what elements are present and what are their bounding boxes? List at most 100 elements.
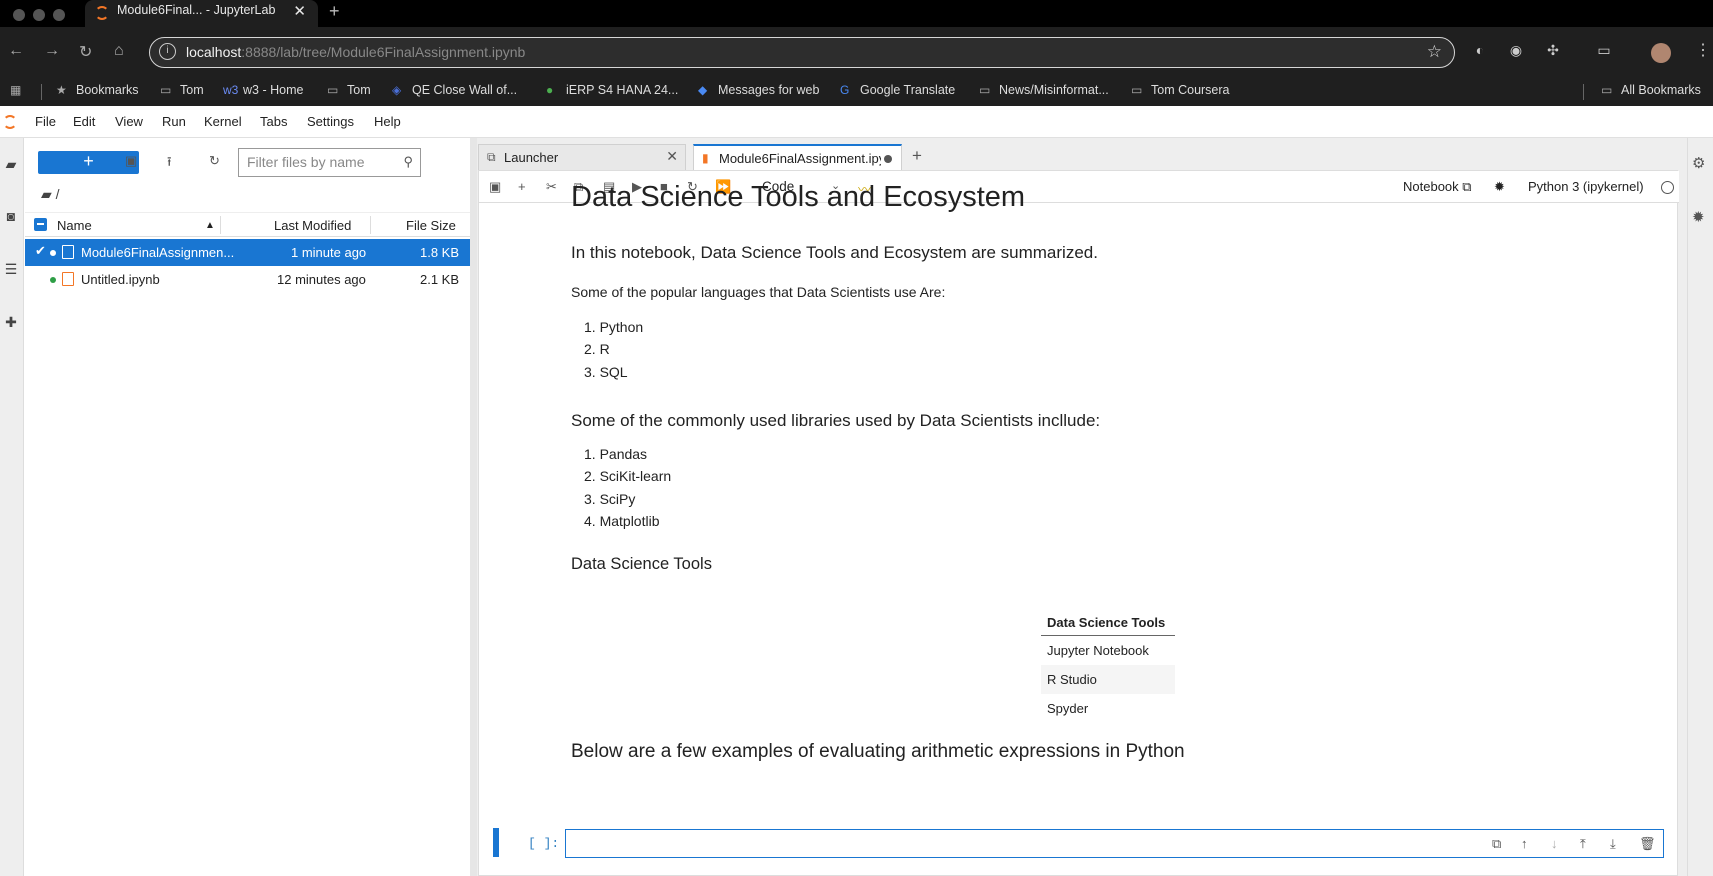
back-icon[interactable]: ←	[8, 42, 24, 60]
checkmark-icon: ✔	[35, 243, 46, 258]
file-name: Module6FinalAssignmen...	[81, 245, 235, 260]
launcher-icon: ⧉	[487, 150, 496, 164]
menu-file[interactable]: File	[35, 114, 56, 129]
kernel-name[interactable]: Python 3 (ipykernel)	[1528, 179, 1644, 194]
password-manager-icon[interactable]: ◉	[1507, 42, 1525, 60]
new-launcher-button[interactable]: +	[38, 151, 139, 174]
jupyter-logo-icon	[3, 115, 17, 129]
all-bookmarks[interactable]: ▭ All Bookmarks	[1601, 83, 1701, 97]
property-inspector-icon[interactable]: ⚙	[1692, 154, 1705, 172]
insert-above-icon[interactable]: ⤒	[1580, 836, 1586, 852]
arithmetic-heading: Below are a few examples of evaluating a…	[571, 741, 1185, 762]
list-item: 1. Pandas	[584, 446, 648, 462]
tab-notebook[interactable]: ▮ Module6FinalAssignment.ipynb	[693, 144, 902, 170]
active-cell-indicator	[493, 828, 499, 857]
zoom-window-icon[interactable]	[53, 9, 65, 21]
tools-heading: Data Science Tools	[571, 555, 712, 573]
browser-menu-icon[interactable]: ⋮	[1695, 40, 1711, 60]
column-name[interactable]: Name	[57, 218, 92, 233]
new-folder-icon[interactable]: ▣	[125, 153, 137, 169]
bookmark-item[interactable]: ▭ News/Misinformat...	[979, 83, 1109, 97]
menu-help[interactable]: Help	[374, 114, 401, 129]
insert-cell-icon[interactable]: +	[518, 179, 526, 194]
url-text: localhost:8888/lab/tree/Module6FinalAssi…	[186, 44, 526, 60]
home-icon[interactable]: ⌂	[114, 42, 124, 60]
insert-below-icon[interactable]: ⤓	[1610, 836, 1616, 852]
delete-cell-icon[interactable]: 🗑	[1639, 836, 1656, 852]
profile-avatar[interactable]	[1651, 43, 1671, 63]
bookmark-item[interactable]: ▭ Tom Coursera	[1131, 83, 1230, 97]
extension-manager-icon[interactable]: ✚	[2, 314, 20, 332]
jupyter-favicon-icon	[95, 6, 109, 20]
minimize-window-icon[interactable]	[33, 9, 45, 21]
right-sidebar: ⚙ ✹	[1687, 138, 1713, 876]
extension-icon[interactable]: ◐	[1471, 42, 1489, 60]
save-icon[interactable]: ▣	[489, 179, 501, 195]
puzzle-icon[interactable]: ✣	[1544, 42, 1562, 60]
close-tab-icon[interactable]: ✕	[293, 2, 306, 20]
file-row[interactable]: Untitled.ipynb 12 minutes ago 2.1 KB	[25, 266, 470, 293]
debugger-icon[interactable]: ✹	[1692, 208, 1705, 226]
address-bar[interactable]: i localhost:8888/lab/tree/Module6FinalAs…	[149, 37, 1455, 68]
table-of-contents-icon[interactable]: ☰	[2, 261, 20, 279]
menu-kernel[interactable]: Kernel	[204, 114, 242, 129]
intro-heading: In this notebook, Data Science Tools and…	[571, 243, 1098, 262]
translate-icon: G	[840, 83, 850, 97]
bookmark-item[interactable]: ● iERP S4 HANA 24...	[546, 83, 678, 97]
refresh-icon[interactable]: ↻	[209, 153, 220, 169]
reload-icon[interactable]: ↻	[79, 42, 92, 62]
panel-splitter[interactable]	[470, 138, 477, 876]
new-tab-button[interactable]: +	[329, 1, 340, 22]
cut-icon[interactable]: ✂	[546, 179, 557, 195]
duplicate-cell-icon[interactable]: ⧉	[1492, 836, 1501, 852]
folder-icon: ▭	[1601, 83, 1613, 97]
move-up-icon[interactable]: ↑	[1521, 836, 1528, 851]
menu-tabs[interactable]: Tabs	[260, 114, 287, 129]
close-window-icon[interactable]	[13, 9, 25, 21]
code-cell-editor[interactable]: ⧉ ↑ ↓ ⤒ ⤓ 🗑	[565, 829, 1664, 858]
bookmark-item[interactable]: ◈ QE Close Wall of...	[392, 83, 517, 97]
select-all-checkbox[interactable]	[34, 218, 47, 231]
browser-tab[interactable]: Module6Final... - JupyterLab ✕	[85, 0, 318, 27]
apps-grid-icon[interactable]: ▦	[10, 83, 30, 97]
debugger-icon[interactable]: ✹	[1494, 179, 1505, 195]
bookmark-item[interactable]: ▭ Tom	[327, 83, 371, 97]
file-row[interactable]: ✔ Module6FinalAssignmen... 1 minute ago …	[25, 239, 470, 266]
external-link-icon: ⧉	[1462, 179, 1472, 194]
add-tab-button[interactable]: +	[906, 146, 928, 168]
tab-launcher[interactable]: ⧉ Launcher ✕	[478, 144, 686, 170]
libraries-heading: Some of the commonly used libraries used…	[571, 411, 1101, 430]
column-file-size[interactable]: File Size	[406, 218, 456, 233]
move-down-icon[interactable]: ↓	[1551, 836, 1558, 851]
qe-icon: ◈	[392, 83, 402, 97]
bookmark-star-icon[interactable]: ☆	[1427, 42, 1442, 62]
bookmark-item[interactable]: ★ Bookmarks	[56, 83, 139, 97]
breadcrumb[interactable]: ▰ /	[41, 186, 60, 203]
column-last-modified[interactable]: Last Modified	[274, 218, 351, 233]
menu-edit[interactable]: Edit	[73, 114, 95, 129]
forward-icon[interactable]: →	[44, 42, 60, 60]
menu-view[interactable]: View	[115, 114, 143, 129]
filter-files-input[interactable]	[247, 154, 397, 170]
running-sessions-icon[interactable]: ◙	[2, 208, 20, 226]
list-item: 4. Matplotlib	[584, 513, 660, 529]
folder-icon: ▭	[1131, 83, 1143, 97]
close-icon[interactable]: ✕	[666, 148, 678, 165]
folder-icon[interactable]: ▰	[2, 156, 20, 174]
unsaved-indicator-icon[interactable]	[884, 155, 892, 163]
bookmark-item[interactable]: w3 w3 - Home	[223, 83, 303, 97]
upload-icon[interactable]: ⭱	[167, 153, 172, 175]
cast-icon[interactable]: ▭	[1595, 42, 1613, 60]
running-indicator	[50, 250, 56, 256]
bookmark-item[interactable]: ▭ Tom	[160, 83, 204, 97]
open-in-notebook-button[interactable]: Notebook ⧉	[1403, 179, 1472, 195]
bookmark-item[interactable]: ◆ Messages for web	[698, 83, 819, 97]
filter-files-field[interactable]: ⚲	[238, 148, 421, 177]
list-item: 1. Python	[584, 319, 644, 335]
site-info-icon[interactable]: i	[159, 43, 176, 60]
table-row: R Studio	[1041, 665, 1175, 694]
menu-run[interactable]: Run	[162, 114, 186, 129]
bookmark-item[interactable]: G Google Translate	[840, 83, 955, 97]
menu-settings[interactable]: Settings	[307, 114, 354, 129]
messages-icon: ◆	[698, 83, 708, 97]
